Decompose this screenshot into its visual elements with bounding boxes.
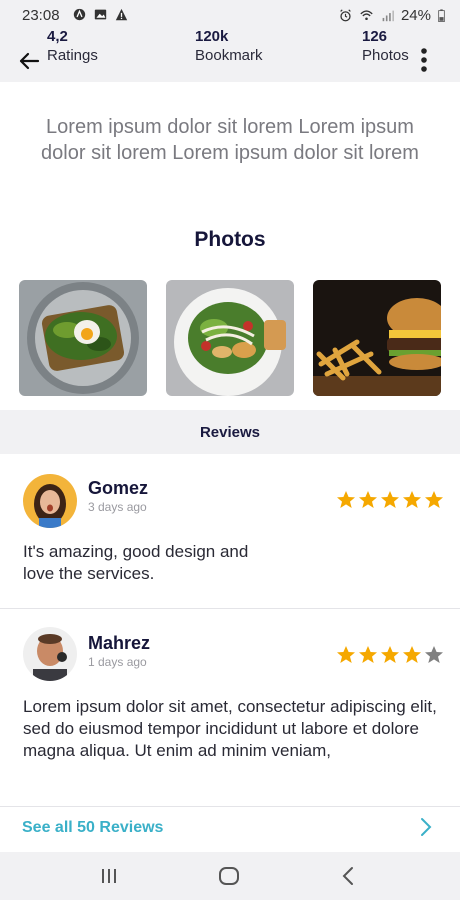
status-left-icons bbox=[72, 8, 129, 21]
star-filled-icon bbox=[403, 646, 421, 663]
photo-avocado-toast[interactable] bbox=[19, 280, 147, 396]
status-right-icons: 24% bbox=[338, 7, 446, 24]
photo-burger-fries[interactable] bbox=[313, 280, 441, 396]
stat-ratings: 4,2 Ratings bbox=[47, 27, 98, 65]
intro-text: Lorem ipsum dolor sit lorem Lorem ipsum … bbox=[41, 116, 419, 164]
star-filled-icon bbox=[359, 646, 377, 663]
stat-bookmark: 120k Bookmark bbox=[195, 27, 263, 65]
status-time: 23:08 bbox=[22, 7, 60, 24]
star-filled-icon bbox=[425, 491, 443, 508]
image-notification-icon bbox=[94, 9, 107, 20]
photo-salad[interactable] bbox=[166, 280, 294, 396]
alarm-icon bbox=[340, 9, 351, 22]
battery-percent: 24% bbox=[400, 7, 431, 24]
system-nav-bar bbox=[0, 852, 460, 900]
see-all-reviews-link[interactable]: See all 50 Reviews bbox=[22, 819, 163, 837]
avatar bbox=[23, 474, 77, 528]
review-time: 1 days ago bbox=[88, 655, 147, 669]
review-text: It's amazing, good design and love the s… bbox=[23, 542, 249, 583]
review-text: Lorem ipsum dolor sit amet, consectetur … bbox=[23, 697, 437, 760]
recent-apps-icon[interactable] bbox=[97, 864, 121, 888]
star-filled-icon bbox=[381, 646, 399, 663]
reviewer-name: Mahrez bbox=[88, 633, 151, 653]
star-filled-icon bbox=[403, 491, 421, 508]
stat-label: Photos bbox=[362, 47, 409, 64]
reviews-header: Reviews bbox=[0, 410, 460, 454]
divider bbox=[0, 608, 460, 609]
reviewer-name: Gomez bbox=[88, 478, 149, 498]
home-icon[interactable] bbox=[217, 864, 241, 888]
back-arrow-icon[interactable] bbox=[18, 50, 40, 72]
star-filled-icon bbox=[337, 646, 355, 663]
star-filled-icon bbox=[337, 491, 355, 508]
divider bbox=[0, 806, 460, 807]
star-empty-icon bbox=[425, 646, 443, 663]
stat-value: 4,2 bbox=[47, 28, 68, 45]
stat-photos: 126 Photos bbox=[362, 27, 409, 65]
more-vertical-icon[interactable] bbox=[417, 47, 431, 73]
photos-title: Photos bbox=[194, 228, 266, 251]
reviews-header-label: Reviews bbox=[199, 424, 261, 441]
warning-icon bbox=[115, 8, 128, 21]
star-filled-icon bbox=[381, 491, 399, 508]
avatar bbox=[23, 627, 77, 681]
status-bar: 23:08 24% bbox=[0, 0, 460, 30]
star-filled-icon bbox=[359, 491, 377, 508]
battery-icon bbox=[438, 9, 445, 22]
chevron-right-icon[interactable] bbox=[418, 816, 434, 838]
stat-value: 126 bbox=[362, 28, 388, 45]
stat-value: 120k bbox=[195, 28, 229, 45]
stat-label: Ratings bbox=[47, 47, 98, 64]
app-notification-icon bbox=[73, 8, 86, 21]
back-icon[interactable] bbox=[337, 864, 361, 888]
review-time: 3 days ago bbox=[88, 500, 147, 514]
rating-stars bbox=[336, 490, 444, 510]
signal-icon bbox=[382, 10, 394, 22]
wifi-icon bbox=[360, 10, 373, 21]
rating-stars bbox=[336, 645, 444, 665]
stat-label: Bookmark bbox=[195, 47, 263, 64]
